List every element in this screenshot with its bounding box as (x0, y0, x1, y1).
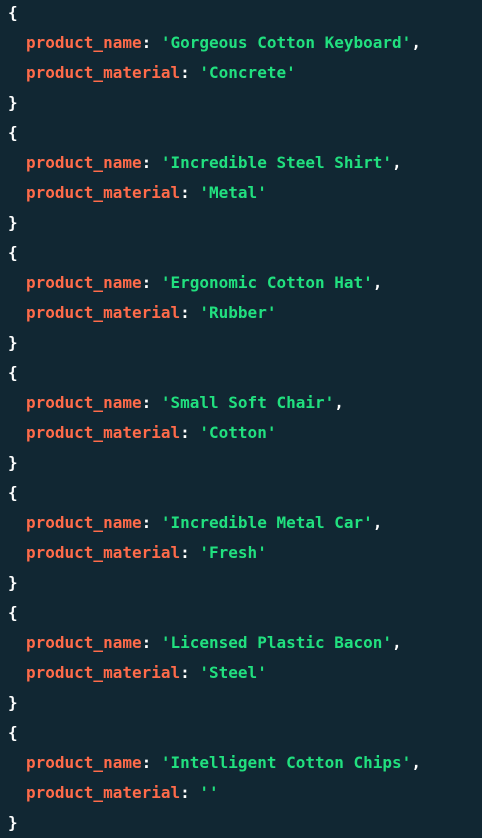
document-field-line: product_material: 'Steel' (8, 658, 421, 688)
field-value: 'Cotton' (199, 423, 277, 442)
document-open-brace: { (8, 118, 421, 148)
comma: , (392, 153, 402, 172)
document-field-line: product_name: 'Incredible Steel Shirt', (8, 148, 421, 178)
open-brace: { (8, 363, 18, 382)
document-open-brace: { (8, 478, 421, 508)
document-field-line: product_name: 'Intelligent Cotton Chips'… (8, 748, 421, 778)
field-key: product_name (26, 753, 142, 772)
colon: : (141, 753, 161, 772)
comma: , (372, 513, 383, 532)
colon: : (180, 783, 200, 802)
colon: : (180, 423, 200, 442)
colon: : (141, 153, 161, 172)
comma: , (334, 393, 344, 412)
document-open-brace: { (8, 238, 421, 268)
close-brace: } (8, 453, 18, 472)
document-field-line: product_material: '' (8, 778, 421, 808)
field-key: product_name (26, 153, 142, 172)
open-brace: { (8, 723, 18, 742)
comma: , (411, 753, 421, 772)
document-field-line: product_name: 'Incredible Metal Car', (8, 508, 421, 538)
document-field-line: product_material: 'Cotton' (8, 418, 421, 448)
document-close-brace: } (8, 448, 421, 478)
document-field-line: product_name: 'Ergonomic Cotton Hat', (8, 268, 421, 298)
field-key: product_name (26, 393, 142, 412)
document-close-brace: } (8, 88, 421, 118)
field-value: 'Intelligent Cotton Chips' (160, 753, 412, 772)
field-key: product_name (26, 33, 142, 52)
field-value: 'Metal' (199, 183, 267, 202)
field-value: 'Incredible Metal Car' (160, 513, 373, 532)
colon: : (141, 273, 161, 292)
colon: : (180, 303, 200, 322)
document-open-brace: { (8, 718, 421, 748)
close-brace: } (8, 213, 18, 232)
field-value: 'Licensed Plastic Bacon' (160, 633, 393, 652)
document-field-line: product_name: 'Gorgeous Cotton Keyboard'… (8, 28, 421, 58)
open-brace: { (8, 123, 18, 142)
document-close-brace: } (8, 808, 421, 838)
open-brace: { (8, 483, 18, 502)
field-value: 'Concrete' (199, 63, 296, 82)
document-field-line: product_material: 'Metal' (8, 178, 421, 208)
field-value: 'Incredible Steel Shirt' (160, 153, 393, 172)
open-brace: { (8, 243, 18, 262)
comma: , (411, 33, 421, 52)
document-close-brace: } (8, 688, 421, 718)
document-field-line: product_name: 'Small Soft Chair', (8, 388, 421, 418)
colon: : (141, 393, 161, 412)
field-key: product_material (26, 183, 181, 202)
field-value: 'Small Soft Chair' (160, 393, 335, 412)
comma: , (392, 633, 402, 652)
close-brace: } (8, 813, 18, 832)
document-field-line: product_material: 'Concrete' (8, 58, 421, 88)
open-brace: { (8, 603, 18, 622)
field-key: product_material (26, 783, 181, 802)
document-open-brace: { (8, 598, 421, 628)
document-open-brace: { (8, 0, 421, 28)
colon: : (141, 633, 161, 652)
colon: : (141, 513, 161, 532)
field-value: 'Rubber' (199, 303, 277, 322)
open-brace: { (8, 3, 18, 22)
field-value: 'Steel' (199, 663, 267, 682)
document-close-brace: } (8, 328, 421, 358)
close-brace: } (8, 693, 18, 712)
field-key: product_material (26, 63, 181, 82)
field-value: 'Ergonomic Cotton Hat' (160, 273, 373, 292)
field-value: '' (199, 783, 219, 802)
field-key: product_name (26, 513, 142, 532)
close-brace: } (8, 333, 18, 352)
colon: : (180, 63, 200, 82)
colon: : (180, 183, 200, 202)
query-results-panel: { product_name: 'Gorgeous Cotton Keyboard… (8, 0, 421, 838)
document-field-line: product_name: 'Licensed Plastic Bacon', (8, 628, 421, 658)
field-key: product_material (26, 663, 181, 682)
field-key: product_name (26, 633, 142, 652)
field-key: product_material (26, 423, 181, 442)
colon: : (180, 663, 200, 682)
field-key: product_material (26, 303, 181, 322)
close-brace: } (8, 573, 18, 592)
comma: , (372, 273, 383, 292)
field-key: product_name (26, 273, 142, 292)
document-field-line: product_material: 'Rubber' (8, 298, 421, 328)
field-key: product_material (26, 543, 181, 562)
field-value: 'Gorgeous Cotton Keyboard' (160, 33, 412, 52)
close-brace: } (8, 93, 18, 112)
document-open-brace: { (8, 358, 421, 388)
colon: : (141, 33, 161, 52)
field-value: 'Fresh' (199, 543, 267, 562)
colon: : (180, 543, 200, 562)
document-close-brace: } (8, 208, 421, 238)
document-close-brace: } (8, 568, 421, 598)
document-field-line: product_material: 'Fresh' (8, 538, 421, 568)
